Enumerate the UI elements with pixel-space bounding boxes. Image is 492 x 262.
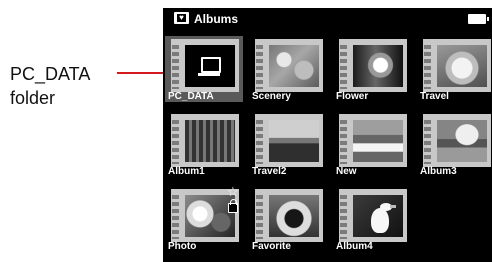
film-sprockets	[172, 192, 179, 239]
new-thumbnail	[353, 120, 403, 162]
film-frame	[339, 189, 407, 242]
photo-thumbnail	[185, 195, 235, 237]
callout-label-line-1: PC_DATA	[10, 64, 91, 84]
film-frame	[339, 39, 407, 92]
swan-image	[371, 203, 396, 233]
film-frame	[423, 114, 491, 167]
album1-thumbnail	[185, 120, 235, 162]
film-frame	[423, 39, 491, 92]
album-tile-album1[interactable]: Album1	[165, 111, 243, 177]
title-bar: Albums	[163, 8, 492, 30]
album-tile-favorite[interactable]: Favorite	[249, 186, 327, 252]
battery-icon	[468, 14, 489, 24]
album-label: Flower	[336, 91, 369, 102]
album-tile-travel2[interactable]: Travel2	[249, 111, 327, 177]
album-label: PC_DATA	[168, 91, 214, 102]
film-sprockets	[424, 42, 431, 89]
film-sprockets	[256, 192, 263, 239]
album4-thumbnail	[353, 195, 403, 237]
film-frame	[171, 114, 239, 167]
album-label: Travel2	[252, 166, 287, 177]
film-frame	[255, 39, 323, 92]
travel2-thumbnail	[269, 120, 319, 162]
film-sprockets	[340, 117, 347, 164]
album-label: Photo	[168, 241, 197, 252]
pc-data-thumbnail	[185, 45, 235, 87]
travel-thumbnail	[437, 45, 487, 87]
album-tile-photo[interactable]: ☆ Photo	[165, 184, 243, 252]
computer-folder-icon	[198, 57, 221, 76]
album3-thumbnail	[437, 120, 487, 162]
film-sprockets	[340, 42, 347, 89]
album-tile-album4[interactable]: Album4	[333, 186, 411, 252]
film-sprockets	[172, 117, 179, 164]
film-frame	[171, 39, 239, 92]
album-tile-scenery[interactable]: Scenery	[249, 36, 327, 102]
album-label: Travel	[420, 91, 449, 102]
album-tile-album3[interactable]: Album3	[417, 111, 492, 177]
film-sprockets	[340, 192, 347, 239]
film-frame	[255, 114, 323, 167]
film-sprockets	[256, 117, 263, 164]
lock-icon	[228, 199, 238, 213]
film-sprockets	[424, 117, 431, 164]
flower-thumbnail	[353, 45, 403, 87]
album-label: Album1	[168, 166, 205, 177]
device-screen: Albums PC_DATA Scenery Flower Travel	[163, 8, 492, 262]
album-tile-pc-data[interactable]: PC_DATA	[165, 36, 243, 102]
favorite-thumbnail	[269, 195, 319, 237]
film-frame	[255, 189, 323, 242]
album-label: Album4	[336, 241, 373, 252]
album-label: Favorite	[252, 241, 291, 252]
album-label: Scenery	[252, 91, 291, 102]
scenery-thumbnail	[269, 45, 319, 87]
screen-title: Albums	[194, 12, 239, 26]
film-frame	[339, 114, 407, 167]
star-icon: ☆	[227, 184, 239, 199]
film-sprockets	[172, 42, 179, 89]
film-sprockets	[256, 42, 263, 89]
callout-label: PC_DATA folder	[10, 62, 90, 110]
callout-label-line-2: folder	[10, 88, 56, 108]
album-label: New	[336, 166, 357, 177]
album-label: Album3	[420, 166, 457, 177]
album-tile-flower[interactable]: Flower	[333, 36, 411, 102]
album-tile-new[interactable]: New	[333, 111, 411, 177]
album-tile-travel[interactable]: Travel	[417, 36, 492, 102]
album-heart-icon	[174, 12, 189, 24]
